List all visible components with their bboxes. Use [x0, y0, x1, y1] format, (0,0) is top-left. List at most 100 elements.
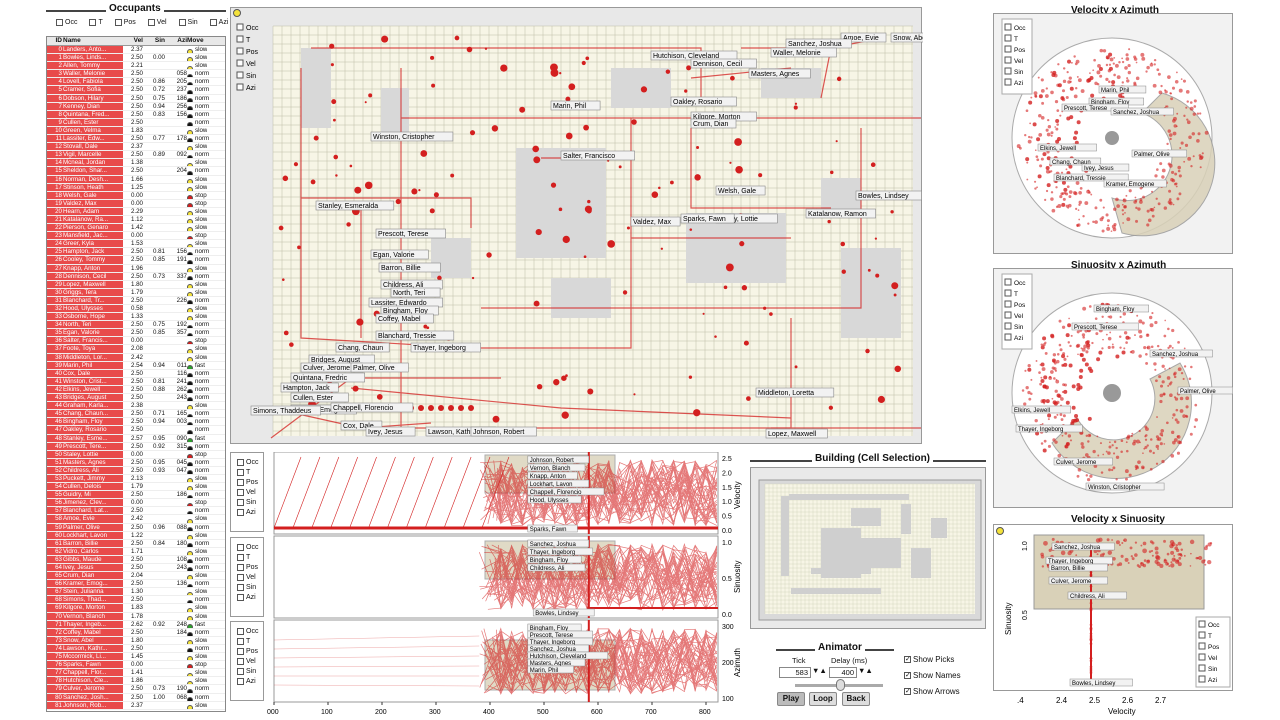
timeline-filter-occ[interactable]: Occ	[237, 626, 263, 636]
timeline-filter-vel[interactable]: Vel	[237, 487, 263, 497]
table-row[interactable]: 44 Graham, Karla... 2.38 slow	[47, 402, 225, 411]
timeline-filter-check[interactable]	[237, 458, 244, 466]
table-row[interactable]: 25 Hampton, Jack 2.50 0.81 156 norm	[47, 248, 225, 257]
timeline-filter-check[interactable]	[237, 667, 244, 675]
timeline-filter-check[interactable]	[237, 553, 244, 561]
velocity-azimuth-chart[interactable]: OccTPosVelSinAziMarin, PhilBingham, Floy…	[994, 14, 1234, 255]
table-row[interactable]: 40 Cox, Dale 2.50 116 norm	[47, 369, 225, 378]
timeline-filter-check[interactable]	[237, 583, 244, 591]
velocity-sinuosity-panel[interactable]: Sinuosity 1.0 0.5 Sanchez, Joshua Thayer, In…	[993, 524, 1233, 691]
table-row[interactable]: 33 Osborne, Hope 1.33 slow	[47, 313, 225, 322]
show-names-toggle[interactable]: ✓ Show Names	[904, 670, 961, 680]
table-row[interactable]: 63 Gibbs, Maude 2.50 108 norm	[47, 555, 225, 564]
timeline-filter-check[interactable]	[237, 627, 244, 635]
occ-filter-t[interactable]: T	[89, 17, 103, 27]
table-row[interactable]: 58 Amoe, Evie 2.42 slow	[47, 515, 225, 524]
table-row[interactable]: 3 Waller, Melonie 2.50 058 norm	[47, 70, 225, 79]
occ-filter-check[interactable]	[209, 18, 217, 26]
table-row[interactable]: 32 Hood, Ulysses 0.58 slow	[47, 305, 225, 314]
table-row[interactable]: 46 Bingham, Floy 2.50 0.94 003 norm	[47, 418, 225, 427]
table-row[interactable]: 71 Thayer, Ingeb... 2.62 0.92 248 fast	[47, 620, 225, 629]
table-row[interactable]: 21 Katalanow, Ra... 1.12 slow	[47, 215, 225, 225]
occ-filter-check[interactable]	[147, 18, 155, 26]
table-row[interactable]: 62 Vidro, Carlos 1.71 slow	[47, 547, 225, 556]
timeline-filter-t[interactable]: T	[237, 552, 263, 562]
table-row[interactable]: 50 Staley, Lottie 0.00 stop	[47, 450, 225, 459]
column-header[interactable]: Sin	[143, 37, 165, 45]
timeline-charts[interactable]: 2.52.01.51.00.50.0VelocityJohnson, Rober…	[264, 452, 744, 718]
timeline-filter-t[interactable]: T	[237, 636, 263, 646]
timeline-filter-t[interactable]: T	[237, 467, 263, 477]
occ-filter-vel[interactable]: Vel	[147, 17, 167, 27]
table-row[interactable]: 37 Foote, Toya 2.08 slow	[47, 345, 225, 354]
velocity-azimuth-panel[interactable]: Occ T Pos Vel Sin Azi Marin, Phil Bingham, Floy…	[993, 13, 1233, 254]
table-row[interactable]: 76 Sparks, Fawn 0.00 stop	[47, 661, 225, 670]
table-row[interactable]: 39 Marin, Phil 2.54 0.94 011 fast	[47, 361, 225, 370]
building-minimap-canvas[interactable]	[751, 468, 987, 630]
delay-input[interactable]: 400	[829, 667, 857, 678]
show-picks-toggle[interactable]: ✓ Show Picks	[904, 654, 954, 664]
table-row[interactable]: 51 Masters, Agnes 2.50 0.95 045 norm	[47, 458, 225, 467]
table-row[interactable]: 17 Stinson, Heath 1.25 slow	[47, 183, 225, 192]
table-row[interactable]: 7 Kenney, Dian 2.50 0.94 256 norm	[47, 102, 225, 111]
occ-filter-sin[interactable]: Sin	[178, 17, 198, 27]
table-row[interactable]: 16 Norman, Desh... 1.66 slow	[47, 175, 225, 184]
timeline-filter-pos[interactable]: Pos	[237, 562, 263, 572]
table-row[interactable]: 8 Quintana, Fred... 2.50 0.83 156 norm	[47, 110, 225, 119]
timeline-filter-azi[interactable]: Azi	[237, 592, 263, 602]
timeline-filter-occ[interactable]: Occ	[237, 457, 263, 467]
table-row[interactable]: 13 Vigil, Marcelle 2.50 0.89 092 norm	[47, 151, 225, 160]
table-row[interactable]: 78 Hutchison, Cle... 1.86 slow	[47, 677, 225, 686]
table-row[interactable]: 42 Elkins, Jewell 2.50 0.88 262 norm	[47, 385, 225, 395]
table-row[interactable]: 27 Knapp, Anton 1.96 slow	[47, 264, 225, 273]
table-row[interactable]: 30 Griggs, Tera 1.79 slow	[47, 288, 225, 297]
table-row[interactable]: 22 Pierson, Genaro 1.42 slow	[47, 224, 225, 233]
table-row[interactable]: 64 Ivey, Jesus 2.50 243 norm	[47, 564, 225, 573]
table-row[interactable]: 70 Vernon, Blanch 1.78 slow	[47, 612, 225, 621]
timeline-azimuth-panel[interactable]: Occ T Pos Vel Sin Azi	[230, 621, 264, 701]
table-row[interactable]: 74 Lawson, Kathr... 2.50 norm	[47, 644, 225, 654]
table-row[interactable]: 24 Greer, Kyla 1.53 slow	[47, 240, 225, 249]
occ-filter-occ[interactable]: Occ	[56, 17, 77, 27]
timeline-filter-sin[interactable]: Sin	[237, 666, 263, 676]
delay-slider-handle[interactable]	[836, 679, 845, 691]
timeline-filter-check[interactable]	[237, 508, 244, 516]
table-row[interactable]: 4 Lovell, Fabiola 2.50 0.86 205 norm	[47, 78, 225, 87]
table-row[interactable]: 60 Lockhart, Lavon 1.22 slow	[47, 531, 225, 540]
table-row[interactable]: 19 Valdez, Max 0.00 stop	[47, 199, 225, 208]
timeline-filter-check[interactable]	[237, 468, 244, 476]
column-header[interactable]: Azi	[165, 37, 187, 45]
timeline-filter-check[interactable]	[237, 637, 244, 645]
timeline-filter-check[interactable]	[237, 573, 244, 581]
table-row[interactable]: 75 Mccormick, Li... 1.45 slow	[47, 653, 225, 662]
timeline-filter-sin[interactable]: Sin	[237, 582, 263, 592]
tick-stepper[interactable]: ▼▲	[812, 666, 827, 675]
show-names-check[interactable]: ✓	[904, 671, 911, 679]
timeline-velocity-panel[interactable]: Occ T Pos Vel Sin Azi	[230, 452, 264, 532]
timeline-filter-check[interactable]	[237, 563, 244, 571]
building-minimap[interactable]	[750, 467, 986, 629]
table-row[interactable]: 29 Lopez, Maxwell 1.80 slow	[47, 280, 225, 289]
table-row[interactable]: 20 Hearn, Adam 2.29 slow	[47, 207, 225, 216]
table-row[interactable]: 34 North, Teri 2.50 0.75 192 norm	[47, 321, 225, 330]
loop-button[interactable]: Loop	[809, 692, 837, 706]
occ-filter-check[interactable]	[114, 18, 122, 26]
table-row[interactable]: 26 Cooley, Tommy 2.50 0.85 191 norm	[47, 256, 225, 265]
timeline-filter-check[interactable]	[237, 647, 244, 655]
show-arrows-toggle[interactable]: ✓ Show Arrows	[904, 686, 960, 696]
table-row[interactable]: 6 Dobson, Hilary 2.50 0.75 186 norm	[47, 94, 225, 103]
table-row[interactable]: 67 Stein, Julianna 1.30 slow	[47, 588, 225, 597]
table-row[interactable]: 14 Mcneal, Jordan 1.38 slow	[47, 159, 225, 168]
timeline-filter-vel[interactable]: Vel	[237, 656, 263, 666]
table-row[interactable]: 79 Culver, Jerome 2.50 0.73 190 norm	[47, 685, 225, 694]
occ-filter-check[interactable]	[178, 18, 186, 26]
timeline-filter-azi[interactable]: Azi	[237, 507, 263, 517]
sinuosity-azimuth-panel[interactable]: Occ T Pos Vel Sin Azi Bingham, Floy Prescott, T…	[993, 268, 1233, 508]
table-row[interactable]: 38 Middleton, Lor... 2.42 slow	[47, 353, 225, 362]
table-row[interactable]: 45 Chang, Chaun... 2.50 0.71 165 norm	[47, 410, 225, 419]
table-row[interactable]: 35 Egan, Valorie 2.50 0.85 357 norm	[47, 329, 225, 338]
table-row[interactable]: 80 Sanchez, Josh... 2.50 1.00 068 norm	[47, 693, 225, 702]
table-row[interactable]: 53 Puckett, Jimmy 2.13 slow	[47, 474, 225, 484]
table-row[interactable]: 68 Simons, Thad... 2.50 norm	[47, 596, 225, 605]
table-row[interactable]: 11 Lassiter, Edw... 2.50 0.77 178 norm	[47, 135, 225, 144]
